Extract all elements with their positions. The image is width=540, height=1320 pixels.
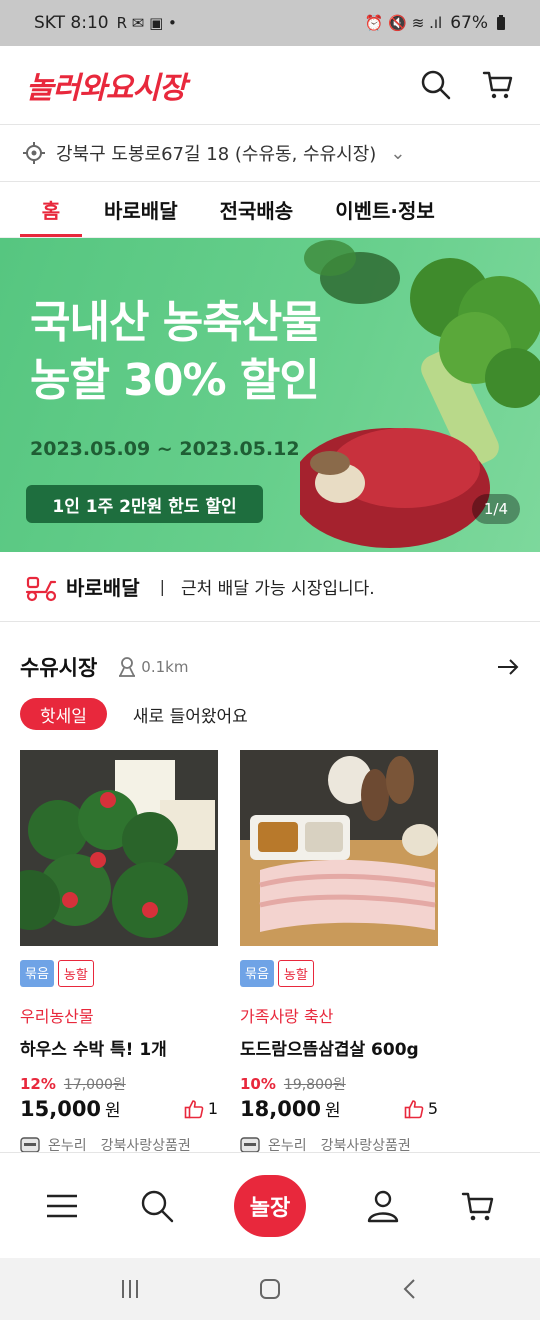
product-name: 하우스 수박 특! 1개 [20,1040,167,1060]
search-icon[interactable] [420,69,452,101]
product-name: 도드람으뜸삼겹살 600g [240,1040,419,1060]
notification-icons: R ✉ ▣ • [116,14,177,32]
product-image-pork-belly [240,750,438,946]
bottom-navigation: 놀장 [0,1152,540,1258]
location-selector[interactable]: 강북구 도봉로67길 18 (수유동, 수유시장) ⌄ [0,124,540,182]
thumbs-up-icon [184,1099,204,1118]
like-button[interactable]: 1 [184,1099,218,1119]
market-name: 수유시장 [20,656,98,680]
user-icon[interactable] [365,1188,401,1224]
search-icon[interactable] [139,1188,175,1224]
quick-delivery-description: 근처 배달 가능 시장입니다. [181,579,375,599]
chip-hot-sale[interactable]: 핫세일 [20,698,107,730]
original-price: 17,000원 [63,1077,126,1093]
market-header[interactable]: 수유시장 0.1km [20,648,520,686]
market-distance: 0.1km [117,656,188,678]
product-list: 묶음 농할 우리농산물 하우스 수박 특! 1개 12% 17,000원 15,… [0,750,438,1155]
battery-level: 67% [450,13,488,33]
bundle-tag: 묶음 [240,960,274,987]
filter-chips: 핫세일 새로 들어왔어요 [20,698,248,730]
product-card[interactable]: 묶음 농할 가족사랑 축산 도드람으뜸삼겹살 600g 10% 19,800원 … [240,750,438,1155]
system-navigation-bar [0,1258,540,1320]
main-tabs: 홈 바로배달 전국배송 이벤트·정보 [0,182,540,238]
status-bar: SKT 8:10 R ✉ ▣ • ⏰ 🔇 ≋ .ıl 67% [0,0,540,46]
product-category: 가족사랑 축산 [240,1007,334,1026]
tab-events-info[interactable]: 이벤트·정보 [335,181,435,237]
chevron-down-icon: ⌄ [390,142,406,164]
arrow-right-icon[interactable] [496,655,520,679]
address-text: 강북구 도봉로67길 18 (수유동, 수유시장) [56,144,377,165]
cart-icon[interactable] [460,1188,496,1224]
banner-date-range: 2023.05.09 ~ 2023.05.12 [30,438,300,460]
original-price: 19,800원 [283,1077,346,1093]
agri-discount-tag: 농할 [277,960,314,987]
chip-new-arrivals[interactable]: 새로 들어왔어요 [133,698,248,730]
bundle-tag: 묶음 [20,960,54,987]
tab-nationwide-shipping[interactable]: 전국배송 [220,181,294,237]
tab-home[interactable]: 홈 [20,181,82,237]
currency-unit: 원 [325,1101,341,1121]
currency-unit: 원 [105,1101,121,1121]
promo-banner[interactable]: 국내산 농축산물 농할 30% 할인 2023.05.09 ~ 2023.05.… [0,238,540,552]
discount-rate: 12% [20,1075,56,1093]
app-logo[interactable]: 놀러와요시장 [26,63,187,107]
banner-limit-pill: 1인 1주 2만원 한도 할인 [26,485,263,523]
banner-title: 국내산 농축산물 농할 30% 할인 [30,297,322,406]
card-payment-icon [240,1137,260,1153]
sale-price: 15,000 [20,1096,102,1121]
like-count: 1 [207,1099,218,1118]
person-pin-icon [119,657,136,677]
recent-apps-icon[interactable] [118,1277,142,1301]
scooter-icon [25,576,57,601]
agri-discount-tag: 농할 [57,960,94,987]
product-card[interactable]: 묶음 농할 우리농산물 하우스 수박 특! 1개 12% 17,000원 15,… [0,750,218,1155]
home-system-icon[interactable] [258,1277,282,1301]
card-payment-icon [20,1137,40,1153]
thumbs-up-icon [404,1099,424,1118]
location-target-icon [23,142,45,164]
carrier-time: SKT 8:10 [34,13,109,33]
quick-delivery-title: 바로배달 [66,576,140,600]
like-button[interactable]: 5 [404,1099,438,1119]
like-count: 5 [427,1099,438,1118]
tab-quick-delivery[interactable]: 바로배달 [104,181,178,237]
app-header: 놀러와요시장 [0,46,540,124]
cart-icon[interactable] [482,69,514,101]
menu-icon[interactable] [44,1188,80,1224]
quick-delivery-section[interactable]: 바로배달 | 근처 배달 가능 시장입니다. [0,552,540,622]
banner-page-counter: 1/4 [471,494,520,524]
back-icon[interactable] [398,1277,422,1301]
product-category: 우리농산물 [20,1007,94,1026]
divider: | [159,577,165,596]
battery-icon [497,15,505,30]
sale-price: 18,000 [240,1096,322,1121]
product-image-watermelon [0,750,218,946]
discount-rate: 10% [240,1075,276,1093]
home-button[interactable]: 놀장 [233,1174,306,1237]
system-status-icons: ⏰ 🔇 ≋ .ıl [364,14,443,32]
